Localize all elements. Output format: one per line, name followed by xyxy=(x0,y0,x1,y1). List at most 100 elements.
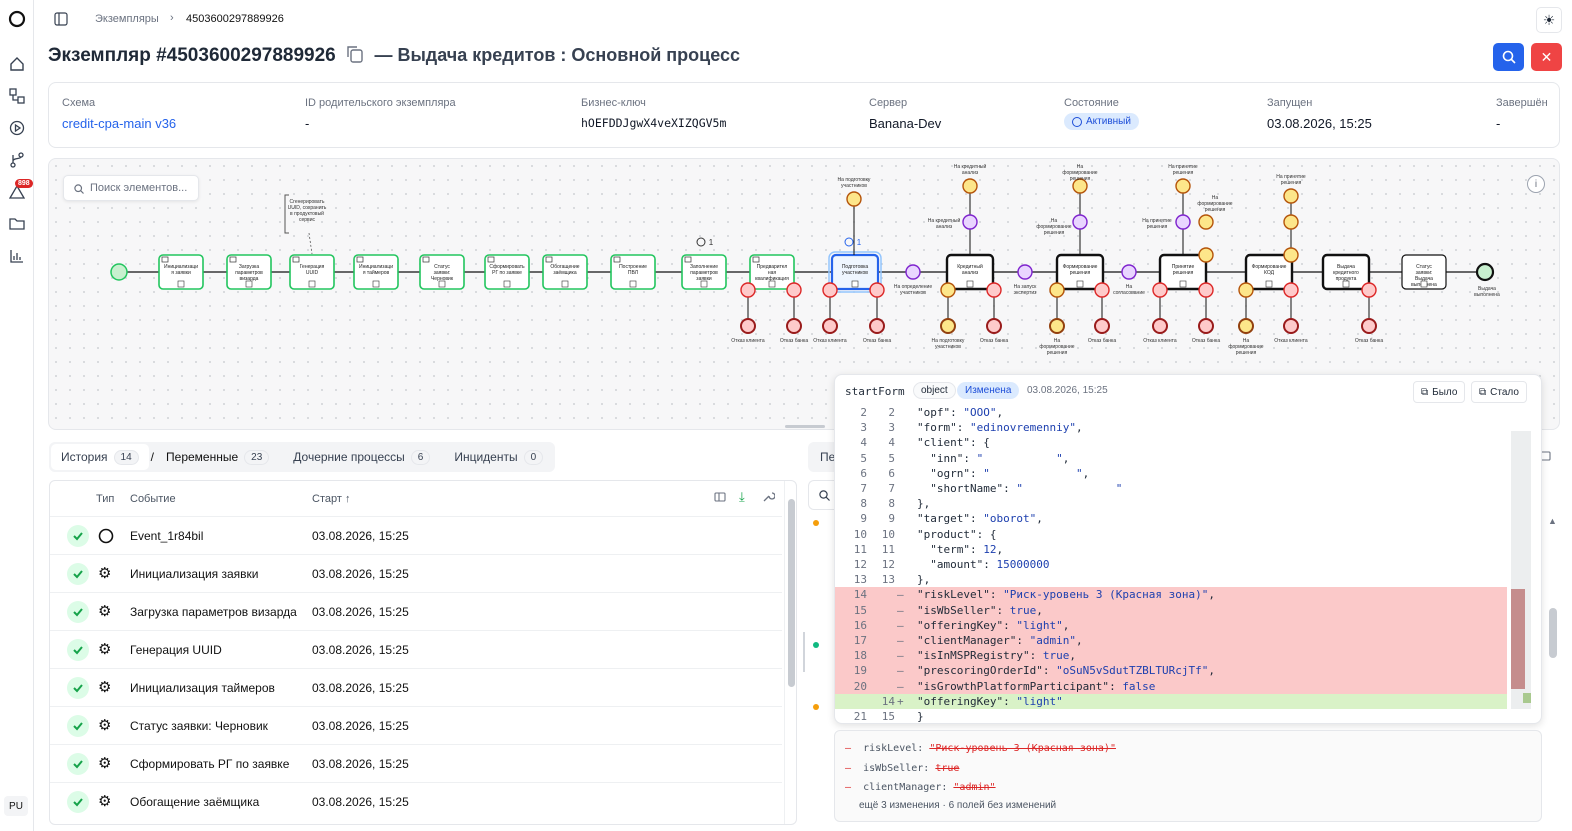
table-row[interactable]: ⚙ Инициализация таймеров 03.08.2026, 15:25 xyxy=(50,668,782,706)
line-number-before: 10 xyxy=(853,527,867,541)
code-line: 3 3 "form": "edinovremenniy", xyxy=(835,420,1507,435)
event-label: Отказ банка xyxy=(1088,338,1116,344)
line-number-before: 17 xyxy=(853,634,867,647)
line-number-before: 5 xyxy=(860,451,867,465)
folder-icon[interactable] xyxy=(8,215,26,233)
schema-link[interactable]: credit-cpa-main v36 xyxy=(62,116,176,131)
label-line: решения xyxy=(1205,207,1226,213)
circle-icon xyxy=(98,528,114,544)
terminate-button[interactable]: ✕ xyxy=(1531,43,1562,71)
table-row[interactable]: ⚙ Генерация UUID 03.08.2026, 15:25 xyxy=(50,630,782,668)
info-value: 03.08.2026, 15:25 xyxy=(1267,116,1372,131)
error-end-event xyxy=(1198,318,1214,334)
panel-resize-handle[interactable] xyxy=(785,425,825,428)
line-number-after: 15 xyxy=(881,710,895,723)
info-parent-id: ID родительского экземпляра - xyxy=(305,97,456,131)
expand-marker xyxy=(561,280,569,288)
after-button[interactable]: ⧉ Стало xyxy=(1471,381,1527,403)
column-header-start[interactable]: Старт ↑ xyxy=(312,493,350,505)
tab-count: 14 xyxy=(113,449,139,465)
table-row[interactable]: ⚙ Инициализация заявки 03.08.2026, 15:25 xyxy=(50,554,782,592)
line-content: "isInMSPRegistry": true, xyxy=(917,649,1076,663)
label-line: согласование xyxy=(1113,290,1145,296)
close-icon: ✕ xyxy=(1540,48,1553,65)
event-label: Отказ клиента xyxy=(1274,338,1308,344)
status-icon xyxy=(1072,116,1082,127)
line-number-before: 13 xyxy=(853,573,867,587)
label-line: РГ по заявке xyxy=(492,270,522,276)
copy-icon[interactable] xyxy=(345,44,365,67)
right-panel-tab[interactable]: Пе xyxy=(808,442,836,472)
tab-history[interactable]: История 14 xyxy=(51,444,149,470)
check-icon xyxy=(67,753,89,775)
before-button[interactable]: ⧉ Было xyxy=(1413,381,1466,403)
scrollbar[interactable] xyxy=(784,481,796,824)
line-number-before: 3 xyxy=(860,421,867,435)
message-event xyxy=(1017,264,1033,280)
line-number-after: 14 xyxy=(881,694,895,708)
line-content: }, xyxy=(917,573,931,587)
event-label: Насогласование xyxy=(1113,284,1145,296)
changed-badge: Изменена xyxy=(957,382,1020,399)
counter-value: 1 xyxy=(857,238,862,247)
download-icon[interactable]: ⤓ xyxy=(739,489,745,505)
branch-icon[interactable] xyxy=(8,151,26,169)
summary-footer: ещё 3 изменения · 6 полей без изменений xyxy=(859,800,1057,811)
escalation-start-event xyxy=(846,191,862,207)
tabs-bar: История 14 / Переменные 23 Дочерние процес… xyxy=(49,442,556,472)
expand-marker xyxy=(966,280,974,288)
inspect-button[interactable] xyxy=(1493,43,1524,71)
gear-icon: ⚙ xyxy=(98,755,112,772)
summary-key: isWbSeller: xyxy=(863,763,930,774)
table-row[interactable]: ⚙ Загрузка параметров визарда 03.08.2026, … xyxy=(50,592,782,630)
diagram-icon[interactable] xyxy=(8,87,26,105)
breadcrumb-parent[interactable]: Экземпляры xyxy=(95,13,159,25)
label-line: решения xyxy=(1173,170,1194,176)
error-end-event xyxy=(786,318,802,334)
info-label: Бизнес-ключ xyxy=(581,97,646,109)
tab-incidents[interactable]: Инциденты 0 xyxy=(444,442,553,472)
code-line: 12 12 "amount": 15000000 xyxy=(835,557,1507,572)
table-row[interactable]: ⚙ Сформировать РГ по заявке 03.08.2026, 15… xyxy=(50,744,782,782)
home-icon[interactable] xyxy=(8,55,26,73)
play-icon[interactable] xyxy=(8,119,26,137)
right-panel-search[interactable] xyxy=(808,480,836,510)
theme-toggle-button[interactable]: ☀ xyxy=(1536,7,1562,33)
page-subtitle: — Выдача кредитов : Основной процесс xyxy=(374,45,741,65)
label-line: Отказ банка xyxy=(1192,338,1220,344)
app-logo-icon[interactable] xyxy=(8,10,26,28)
tab-subprocesses[interactable]: Дочерние процессы 6 xyxy=(283,442,440,472)
info-value: - xyxy=(1496,116,1501,131)
line-content: "offeringKey": "light", xyxy=(917,618,1070,632)
chart-icon[interactable] xyxy=(8,247,26,265)
sidebar-toggle-icon[interactable] xyxy=(54,12,68,29)
info-schema: Схема credit-cpa-main v36 xyxy=(62,97,176,131)
escalation-end-event xyxy=(1238,318,1254,334)
line-number-after: 4 xyxy=(888,436,895,450)
summary-key: riskLevel: xyxy=(863,743,924,754)
user-avatar[interactable]: PU xyxy=(4,796,28,816)
event-name: Event_1r84bil xyxy=(130,529,204,543)
outer-scrollbar-thumb[interactable] xyxy=(1549,608,1557,658)
scrollbar-thumb[interactable] xyxy=(788,499,795,687)
message-event xyxy=(905,264,921,280)
escalation-end-event xyxy=(1049,318,1065,334)
event-start: 03.08.2026, 15:25 xyxy=(312,795,409,809)
table-row[interactable]: Event_1r84bil 03.08.2026, 15:25 xyxy=(50,516,782,554)
event-label: На подготовкуучастников xyxy=(838,177,871,189)
error-boundary-event xyxy=(740,282,756,298)
tab-variables[interactable]: Переменные 23 xyxy=(156,442,279,472)
table-row[interactable]: ⚙ Обогащение заёмщика 03.08.2026, 15:25 xyxy=(50,782,782,820)
table-row[interactable]: ⚙ Статус заявки: Черновик 03.08.2026, 15:2… xyxy=(50,706,782,744)
wrench-icon[interactable] xyxy=(762,490,776,506)
summary-old-value: "Риск-уровень 3 (Красная зона)" xyxy=(929,743,1116,754)
diff-minimap[interactable] xyxy=(1511,431,1531,709)
event-label: Наформированиерешения xyxy=(1228,338,1263,356)
columns-icon[interactable] xyxy=(714,491,726,506)
breadcrumb-current: 4503600297889926 xyxy=(186,13,284,25)
code-line: 4 4 "client": { xyxy=(835,435,1507,450)
scroll-up-icon[interactable]: ▲ xyxy=(1548,516,1557,526)
gear-icon: ⚙ xyxy=(98,679,112,696)
instance-info-card: Схема credit-cpa-main v36 ID родительског… xyxy=(48,82,1560,148)
label-line: Отказ клиента xyxy=(813,338,847,344)
